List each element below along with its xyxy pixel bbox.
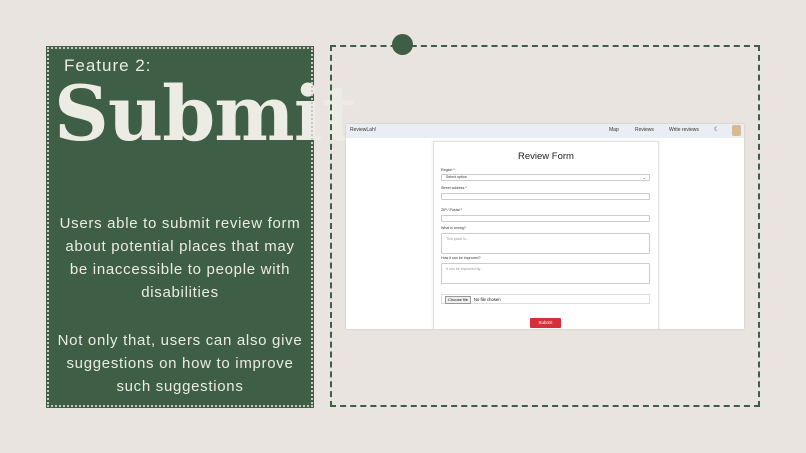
- pin-dot: [392, 34, 413, 55]
- region-label: Region *: [441, 168, 455, 172]
- street-input[interactable]: [441, 193, 650, 200]
- review-form: Review Form Region * Select option ⌄ Str…: [433, 141, 659, 329]
- street-label: Street address *: [441, 186, 467, 190]
- submit-button[interactable]: Submit: [530, 318, 561, 328]
- chevron-down-icon: ⌄: [642, 175, 646, 180]
- file-upload: Choose file No file chosen: [441, 294, 650, 304]
- file-status: No file chosen: [474, 297, 501, 302]
- wrong-label: What is wrong?: [441, 226, 466, 230]
- description-1: Users able to submit review form about p…: [59, 215, 301, 301]
- region-select-value: Select option: [446, 175, 467, 179]
- moon-icon[interactable]: ☾: [714, 126, 719, 133]
- feature-card: Feature 2: Submit Users able to submit r…: [46, 46, 357, 408]
- choose-file-button[interactable]: Choose file: [445, 296, 472, 304]
- app-screenshot: ReviewLah! Map Reviews Write reviews ☾ R…: [346, 124, 744, 329]
- improve-label: How it can be improved?: [441, 256, 481, 260]
- avatar-icon[interactable]: [732, 125, 741, 136]
- improve-textarea[interactable]: It can be improved by...: [441, 263, 650, 284]
- slide-title: Submit: [54, 69, 357, 158]
- description-2: Not only that, users can also give sugge…: [57, 332, 303, 395]
- region-select[interactable]: Select option ⌄: [441, 174, 650, 181]
- nav-link-reviews[interactable]: Reviews: [635, 127, 654, 133]
- nav-link-write-reviews[interactable]: Write reviews: [669, 127, 699, 133]
- navbar: ReviewLah! Map Reviews Write reviews ☾: [346, 124, 744, 138]
- zip-input[interactable]: [441, 215, 650, 222]
- form-title: Review Form: [518, 151, 574, 162]
- brand-logo[interactable]: ReviewLah!: [350, 127, 376, 133]
- nav-link-map[interactable]: Map: [609, 127, 619, 133]
- zip-label: ZIP / Postal *: [441, 208, 462, 212]
- wrong-textarea[interactable]: This place is...: [441, 233, 650, 254]
